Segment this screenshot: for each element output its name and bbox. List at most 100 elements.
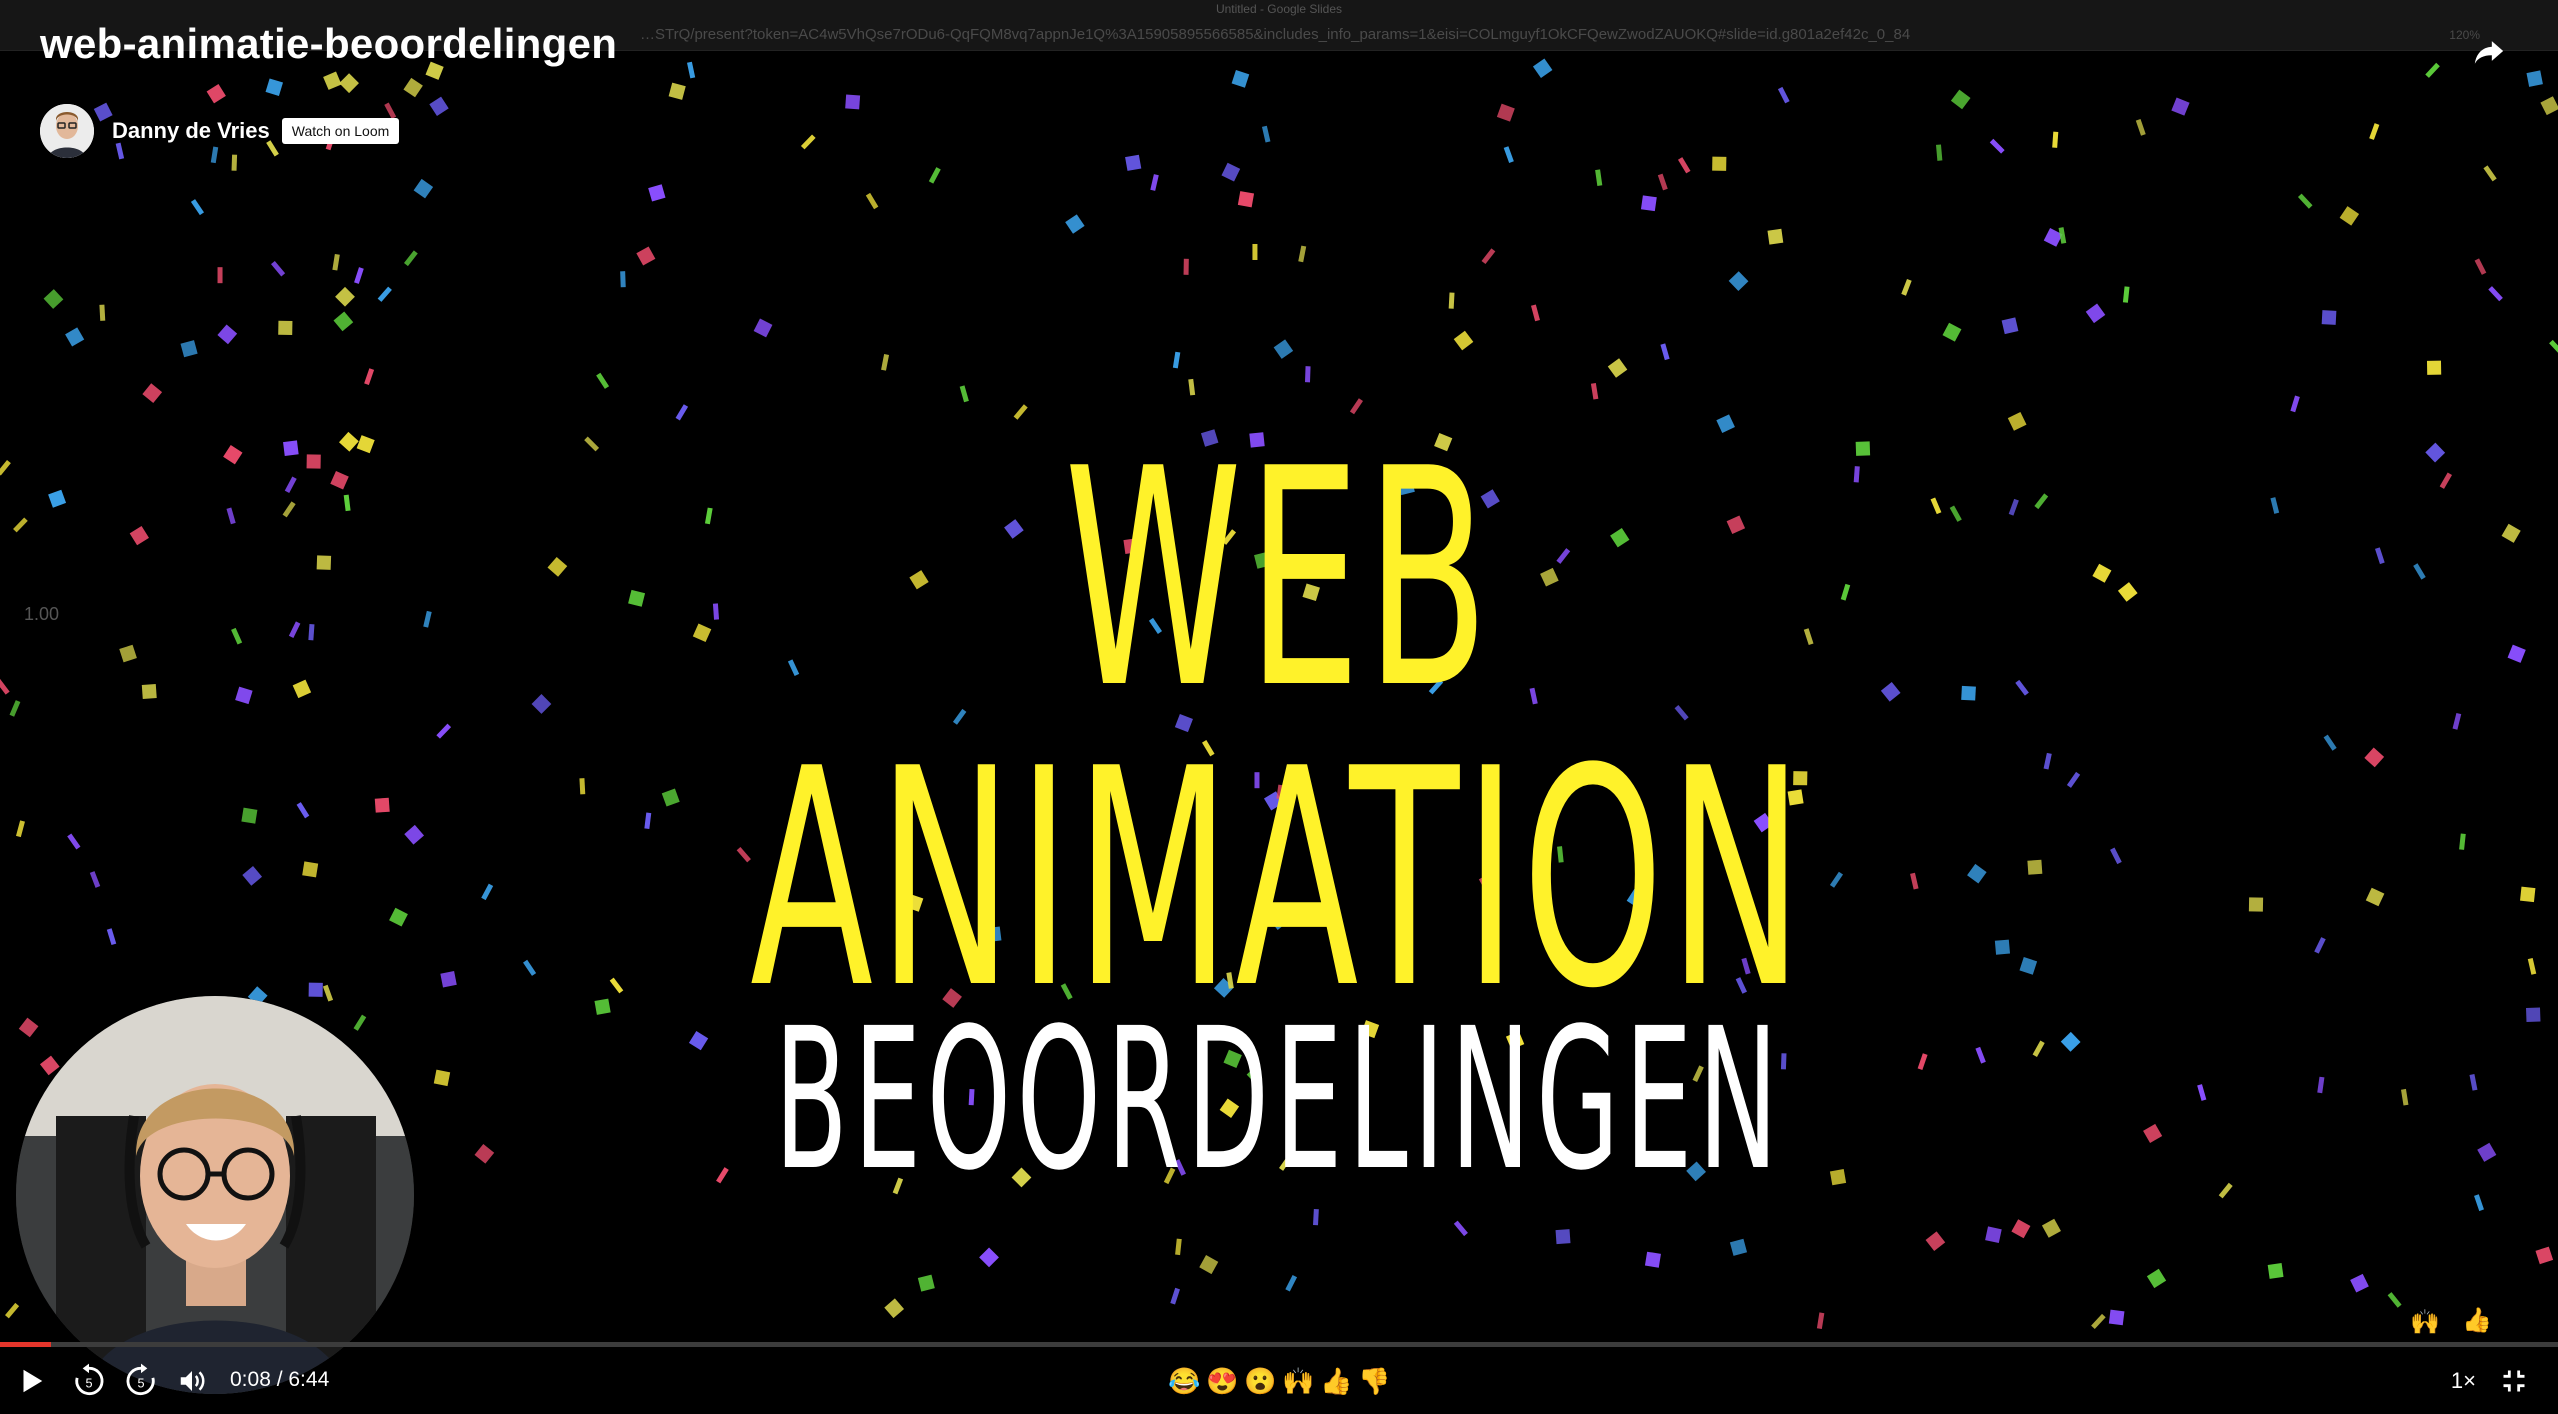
confetti-piece (1125, 154, 1142, 171)
confetti-piece (1231, 70, 1250, 88)
confetti-piece (15, 820, 25, 838)
playback-speed-button[interactable]: 1× (2451, 1368, 2476, 1394)
confetti-piece (374, 797, 390, 813)
confetti-piece (141, 684, 157, 699)
confetti-piece (9, 700, 21, 717)
confetti-piece (217, 267, 223, 284)
rewind-5-icon: 5 (75, 1363, 104, 1396)
confetti-piece (2439, 472, 2453, 489)
confetti-piece (2364, 747, 2385, 768)
confetti-piece (845, 94, 861, 110)
confetti-piece (48, 489, 67, 508)
svg-text:5: 5 (85, 1376, 92, 1390)
confetti-piece (1590, 382, 1599, 400)
confetti-piece (206, 84, 226, 104)
reaction-thumbs-up-button[interactable]: 👍 (1320, 1364, 1352, 1398)
author-name[interactable]: Danny de Vries (112, 118, 270, 144)
confetti-piece (278, 320, 293, 335)
confetti-piece (323, 71, 342, 90)
avatar[interactable] (40, 104, 94, 158)
confetti-piece (2483, 165, 2497, 182)
confetti-piece (1453, 1220, 1468, 1237)
confetti-piece (106, 928, 117, 946)
reaction-thumbs-down-button[interactable]: 👎 (1358, 1364, 1390, 1398)
confetti-piece (2507, 644, 2526, 663)
reaction-laugh-button[interactable]: 😂 (1168, 1364, 1200, 1398)
confetti-piece (2314, 937, 2326, 954)
slide-title: WEB ANIMATION (750, 405, 1808, 1054)
confetti-piece (1595, 169, 1603, 186)
confetti-piece (2052, 131, 2059, 148)
confetti-piece (440, 971, 457, 988)
confetti-piece (43, 289, 64, 309)
confetti-piece (223, 444, 243, 465)
presenter-video (16, 996, 414, 1394)
play-icon[interactable] (16, 1366, 46, 1396)
confetti-piece (2135, 118, 2146, 136)
confetti-piece (686, 61, 696, 79)
confetti-piece (282, 501, 296, 518)
confetti-piece (1273, 339, 1294, 359)
confetti-piece (2122, 286, 2130, 303)
confetti-piece (1607, 358, 1628, 378)
confetti-piece (180, 340, 198, 358)
confetti-piece (2146, 1268, 2167, 1289)
confetti-piece (356, 435, 375, 454)
confetti-piece (1942, 322, 1962, 342)
confetti-piece (2007, 412, 2027, 431)
confetti-piece (2091, 1313, 2106, 1329)
confetti-piece (1221, 162, 1241, 182)
confetti-piece (2540, 96, 2558, 116)
reaction-raised-hands-button[interactable]: 🙌 (1282, 1364, 1314, 1398)
webcam-bubble[interactable] (16, 996, 414, 1394)
confetti-piece (1532, 58, 1553, 78)
confetti-piece (884, 1298, 905, 1319)
player-controls: 5 5 0:08 / 6:44 😂 😍 😮 🙌 👍 👎 1× (0, 1352, 2558, 1414)
reaction-wow-button[interactable]: 😮 (1244, 1364, 1276, 1398)
forward-button[interactable]: 5 (122, 1362, 160, 1400)
slide-subtitle: BEOORDELINGEN (774, 986, 1784, 1213)
confetti-piece (2474, 258, 2487, 275)
exit-fullscreen-icon[interactable] (2500, 1367, 2528, 1395)
confetti-piece (288, 621, 301, 639)
confetti-piece (2549, 339, 2558, 355)
confetti-piece (2369, 123, 2380, 140)
confetti-piece (1950, 89, 1971, 110)
confetti-piece (753, 318, 773, 338)
confetti-piece (620, 271, 626, 288)
confetti-piece (1712, 156, 1727, 171)
confetti-piece (2527, 958, 2537, 975)
volume-icon[interactable] (176, 1366, 208, 1396)
watch-on-loom-button[interactable]: Watch on Loom (281, 118, 400, 144)
confetti-piece (283, 440, 299, 457)
confetti-piece (2413, 563, 2426, 580)
confetti-piece (2297, 193, 2313, 209)
confetti-piece (1172, 351, 1181, 369)
confetti-piece (226, 507, 236, 525)
confetti-piece (1935, 144, 1943, 161)
share-arrow-icon[interactable] (2472, 34, 2506, 68)
confetti-piece (2526, 1007, 2541, 1022)
video-stage[interactable]: Untitled - Google Slides …STrQ/present?t… (0, 0, 2558, 1414)
confetti-piece (959, 385, 969, 403)
confetti-piece (1150, 174, 1159, 191)
avatar-face-icon (40, 104, 94, 158)
confetti-piece (1304, 366, 1311, 383)
confetti-piece (1183, 258, 1189, 275)
rewind-button[interactable]: 5 (70, 1362, 108, 1400)
confetti-piece (1481, 248, 1496, 265)
confetti-piece (364, 368, 375, 386)
confetti-piece (2117, 582, 2138, 602)
confetti-piece (1013, 404, 1028, 420)
floating-reaction: 👍 (2462, 1307, 2492, 1334)
confetti-piece (142, 383, 163, 403)
confetti-piece (2425, 442, 2446, 463)
confetti-piece (0, 459, 11, 476)
confetti-piece (308, 982, 323, 997)
confetti-piece (1767, 228, 1784, 245)
reaction-love-button[interactable]: 😍 (1206, 1364, 1238, 1398)
confetti-piece (65, 327, 85, 347)
confetti-piece (353, 1014, 367, 1031)
confetti-piece (2535, 1246, 2554, 1265)
progress-bar[interactable] (0, 1342, 2558, 1347)
